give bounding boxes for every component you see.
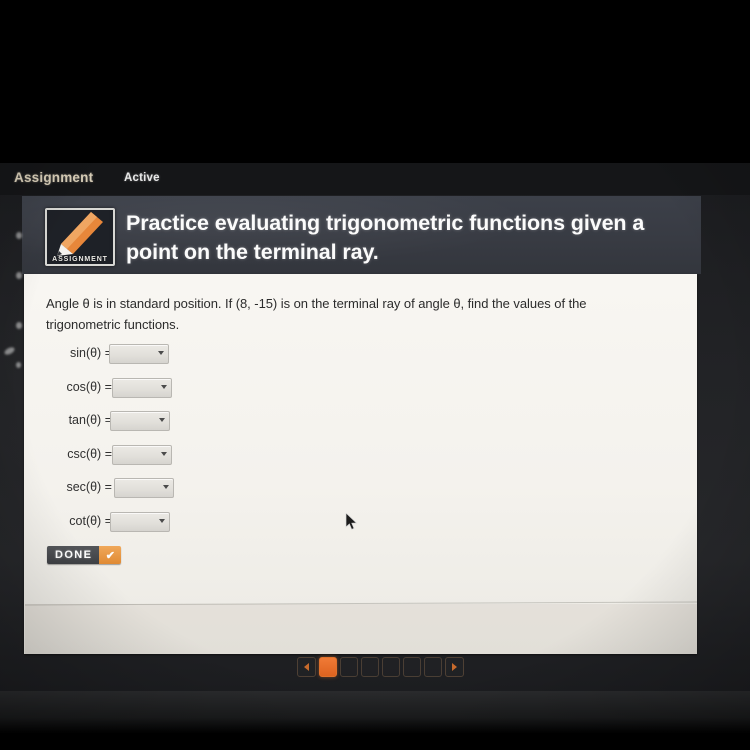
tab-active[interactable]: Active xyxy=(124,172,160,184)
card-lower-band xyxy=(25,604,697,654)
bezel-reflection xyxy=(16,362,21,368)
chevron-down-icon xyxy=(158,351,164,355)
top-tab-strip xyxy=(0,163,750,195)
monitor-bottom-edge xyxy=(0,691,750,750)
trig-row-cos: cos(θ) = xyxy=(46,377,306,412)
pagination-bar xyxy=(297,657,464,677)
trig-row-sin: sin(θ) = xyxy=(46,344,306,378)
trig-label-cot: cot(θ) = xyxy=(69,513,112,528)
tab-assignment[interactable]: Assignment xyxy=(14,170,93,185)
pagination-step-2[interactable] xyxy=(340,657,358,677)
chevron-down-icon xyxy=(159,418,165,422)
trig-dropdown-sec[interactable] xyxy=(114,478,174,498)
chevron-down-icon xyxy=(161,384,167,389)
trig-dropdown-cot[interactable] xyxy=(110,511,170,532)
pagination-step-6[interactable] xyxy=(424,657,442,677)
trig-label-csc: csc(θ) = xyxy=(67,446,112,461)
page-title: Practice evaluating trigonometric functi… xyxy=(126,211,645,264)
bezel-reflection xyxy=(16,272,22,279)
trig-row-cot: cot(θ) = xyxy=(46,511,306,546)
pagination-next-button[interactable] xyxy=(445,657,464,677)
trig-dropdown-cos[interactable] xyxy=(112,377,172,398)
bezel-reflection xyxy=(16,232,22,239)
chevron-down-icon xyxy=(159,518,165,523)
bezel-reflection xyxy=(16,322,22,329)
done-button-label: DONE xyxy=(47,546,100,564)
screen-photo: Assignment Active ASSIGNMENT Practice ev… xyxy=(0,0,750,750)
trig-row-csc: csc(θ) = xyxy=(46,444,306,479)
chevron-down-icon xyxy=(163,485,169,489)
trig-dropdown-tan[interactable] xyxy=(110,411,170,431)
trig-label-tan: tan(θ) = xyxy=(68,413,112,427)
trig-row-tan: tan(θ) = xyxy=(46,411,306,445)
trig-label-sin: sin(θ) = xyxy=(69,346,112,360)
question-prompt: Angle θ is in standard position. If (8, … xyxy=(46,296,587,332)
trig-row-sec: sec(θ) = xyxy=(46,478,306,512)
pagination-step-5[interactable] xyxy=(403,657,421,677)
trig-dropdown-csc[interactable] xyxy=(112,444,172,465)
check-icon: ✔ xyxy=(99,546,122,564)
pagination-step-3[interactable] xyxy=(361,657,379,677)
trig-label-cos: cos(θ) = xyxy=(66,379,112,394)
assignment-pencil-icon: ASSIGNMENT xyxy=(45,208,115,266)
mouse-pointer-icon xyxy=(345,512,359,531)
pagination-prev-button[interactable] xyxy=(297,657,316,677)
pagination-step-1[interactable] xyxy=(319,657,337,677)
chevron-down-icon xyxy=(161,451,167,456)
chevron-right-icon xyxy=(452,663,457,671)
trig-function-list: sin(θ) = cos(θ) = tan(θ) = csc(θ) = sec(θ) =… xyxy=(46,344,306,545)
chevron-left-icon xyxy=(304,663,309,671)
trig-dropdown-sin[interactable] xyxy=(109,344,169,364)
pagination-step-4[interactable] xyxy=(382,657,400,677)
trig-label-sec: sec(θ) = xyxy=(66,480,112,494)
done-button[interactable]: DONE ✔ xyxy=(47,546,122,564)
assignment-icon-caption: ASSIGNMENT xyxy=(52,256,108,263)
